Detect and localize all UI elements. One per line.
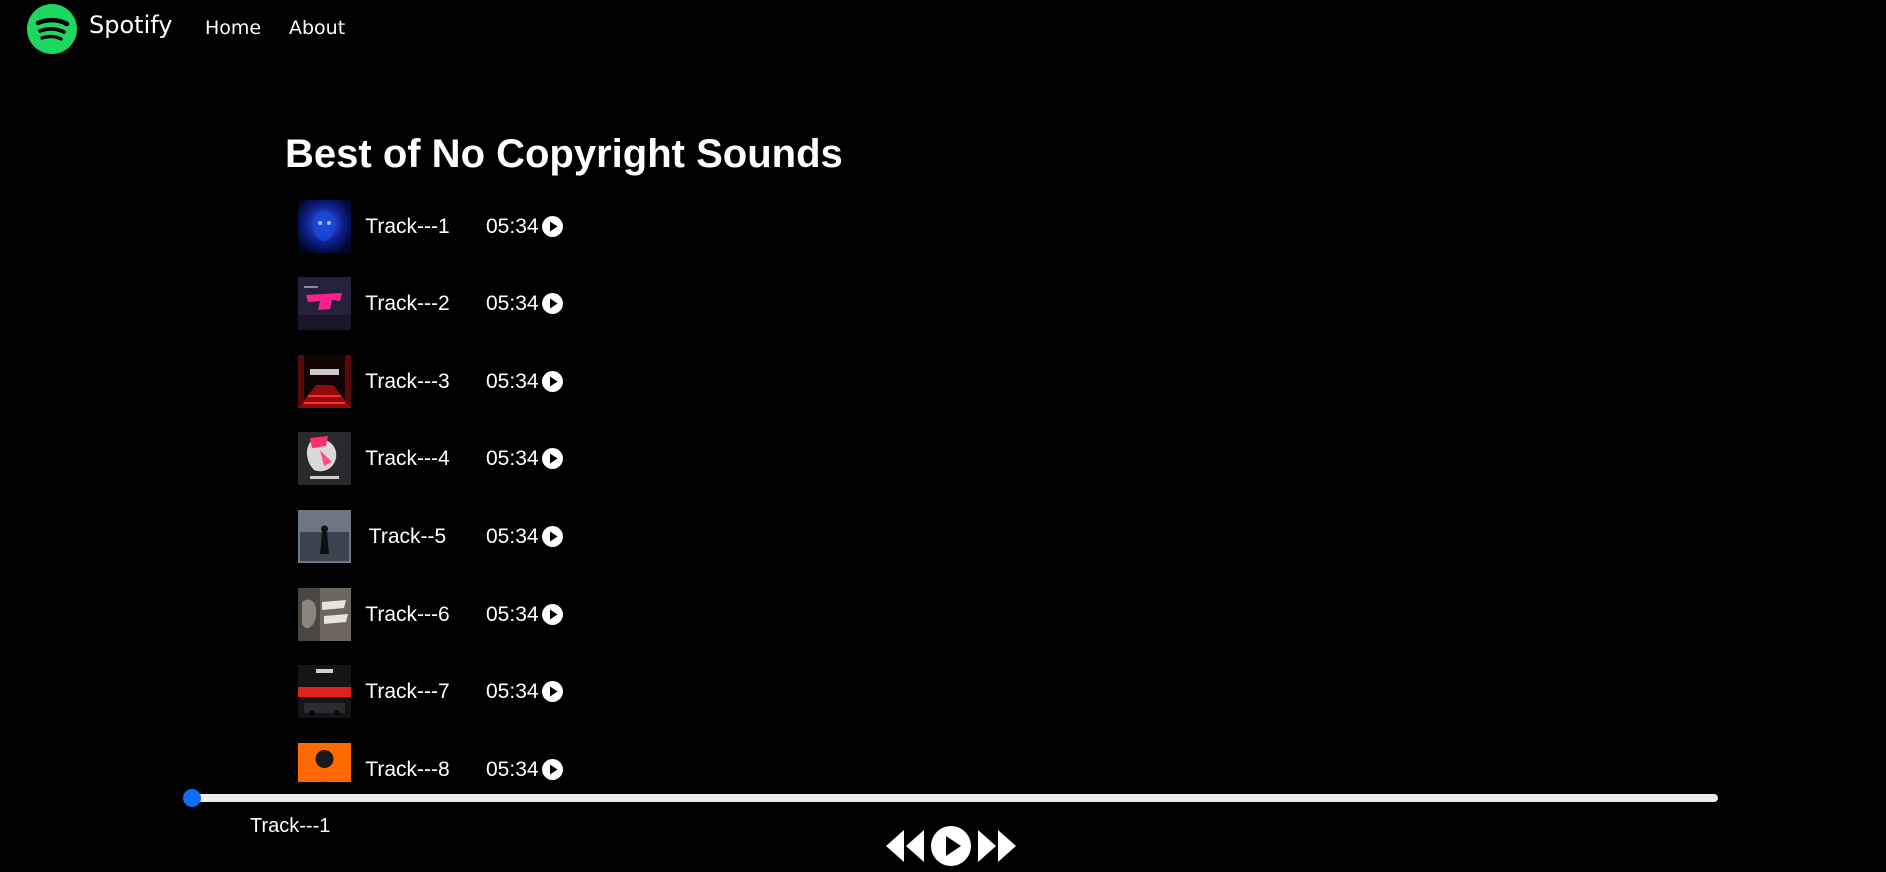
song-item[interactable]: Track--5 05:34 [298,510,898,564]
song-list: Track---1 05:34 Track---2 05:34 Track---… [298,200,998,782]
song-duration: 05:34 [486,680,539,703]
progress-thumb[interactable] [183,789,201,807]
play-circle-icon[interactable] [542,371,563,392]
song-duration: 05:34 [486,447,539,470]
album-cover-image [298,743,351,782]
album-cover-image [298,432,351,485]
album-cover-image [298,588,351,641]
song-name: Track---1 [365,215,450,238]
album-cover-image [298,277,351,330]
song-name: Track---4 [365,447,450,470]
song-name: Track---2 [365,292,450,315]
forward-icon[interactable] [976,824,1018,868]
song-item[interactable]: Track---7 05:34 [298,665,898,719]
play-circle-icon[interactable] [542,293,563,314]
album-cover-image [298,510,351,563]
now-playing-title: Track---1 [250,815,331,837]
play-circle-icon[interactable] [542,604,563,625]
navbar: Spotify Home About [0,0,1886,58]
backward-icon[interactable] [884,824,926,868]
song-duration: 05:34 [486,292,539,315]
album-cover-image [298,665,351,718]
playlist-title: Best of No Copyright Sounds [285,132,843,176]
play-circle-icon[interactable] [930,824,972,868]
progress-bar[interactable] [183,789,1718,807]
song-name: Track---3 [365,370,450,393]
spotify-logo-icon[interactable] [27,4,77,54]
song-name: Track---7 [365,680,450,703]
song-duration: 05:34 [486,603,539,626]
brand-name[interactable]: Spotify [89,11,172,39]
song-item[interactable]: Track---4 05:34 [298,432,898,486]
song-item[interactable]: Track---8 05:34 [298,743,898,782]
song-item[interactable]: Track---3 05:34 [298,355,898,409]
play-circle-icon[interactable] [542,681,563,702]
song-duration: 05:34 [486,370,539,393]
song-name: Track--5 [368,525,447,548]
nav-link-home[interactable]: Home [205,17,261,39]
song-item[interactable]: Track---6 05:34 [298,588,898,642]
song-duration: 05:34 [486,525,539,548]
player-controls [884,824,1018,868]
song-name: Track---6 [365,603,450,626]
album-cover-image [298,200,351,253]
song-name: Track---8 [365,758,450,781]
album-cover-image [298,355,351,408]
play-circle-icon[interactable] [542,448,563,469]
nav-link-about[interactable]: About [289,17,345,39]
play-circle-icon[interactable] [542,526,563,547]
play-circle-icon[interactable] [542,759,563,780]
song-duration: 05:34 [486,215,539,238]
song-duration: 05:34 [486,758,539,781]
song-item[interactable]: Track---1 05:34 [298,200,898,254]
song-item[interactable]: Track---2 05:34 [298,277,898,331]
play-circle-icon[interactable] [542,216,563,237]
